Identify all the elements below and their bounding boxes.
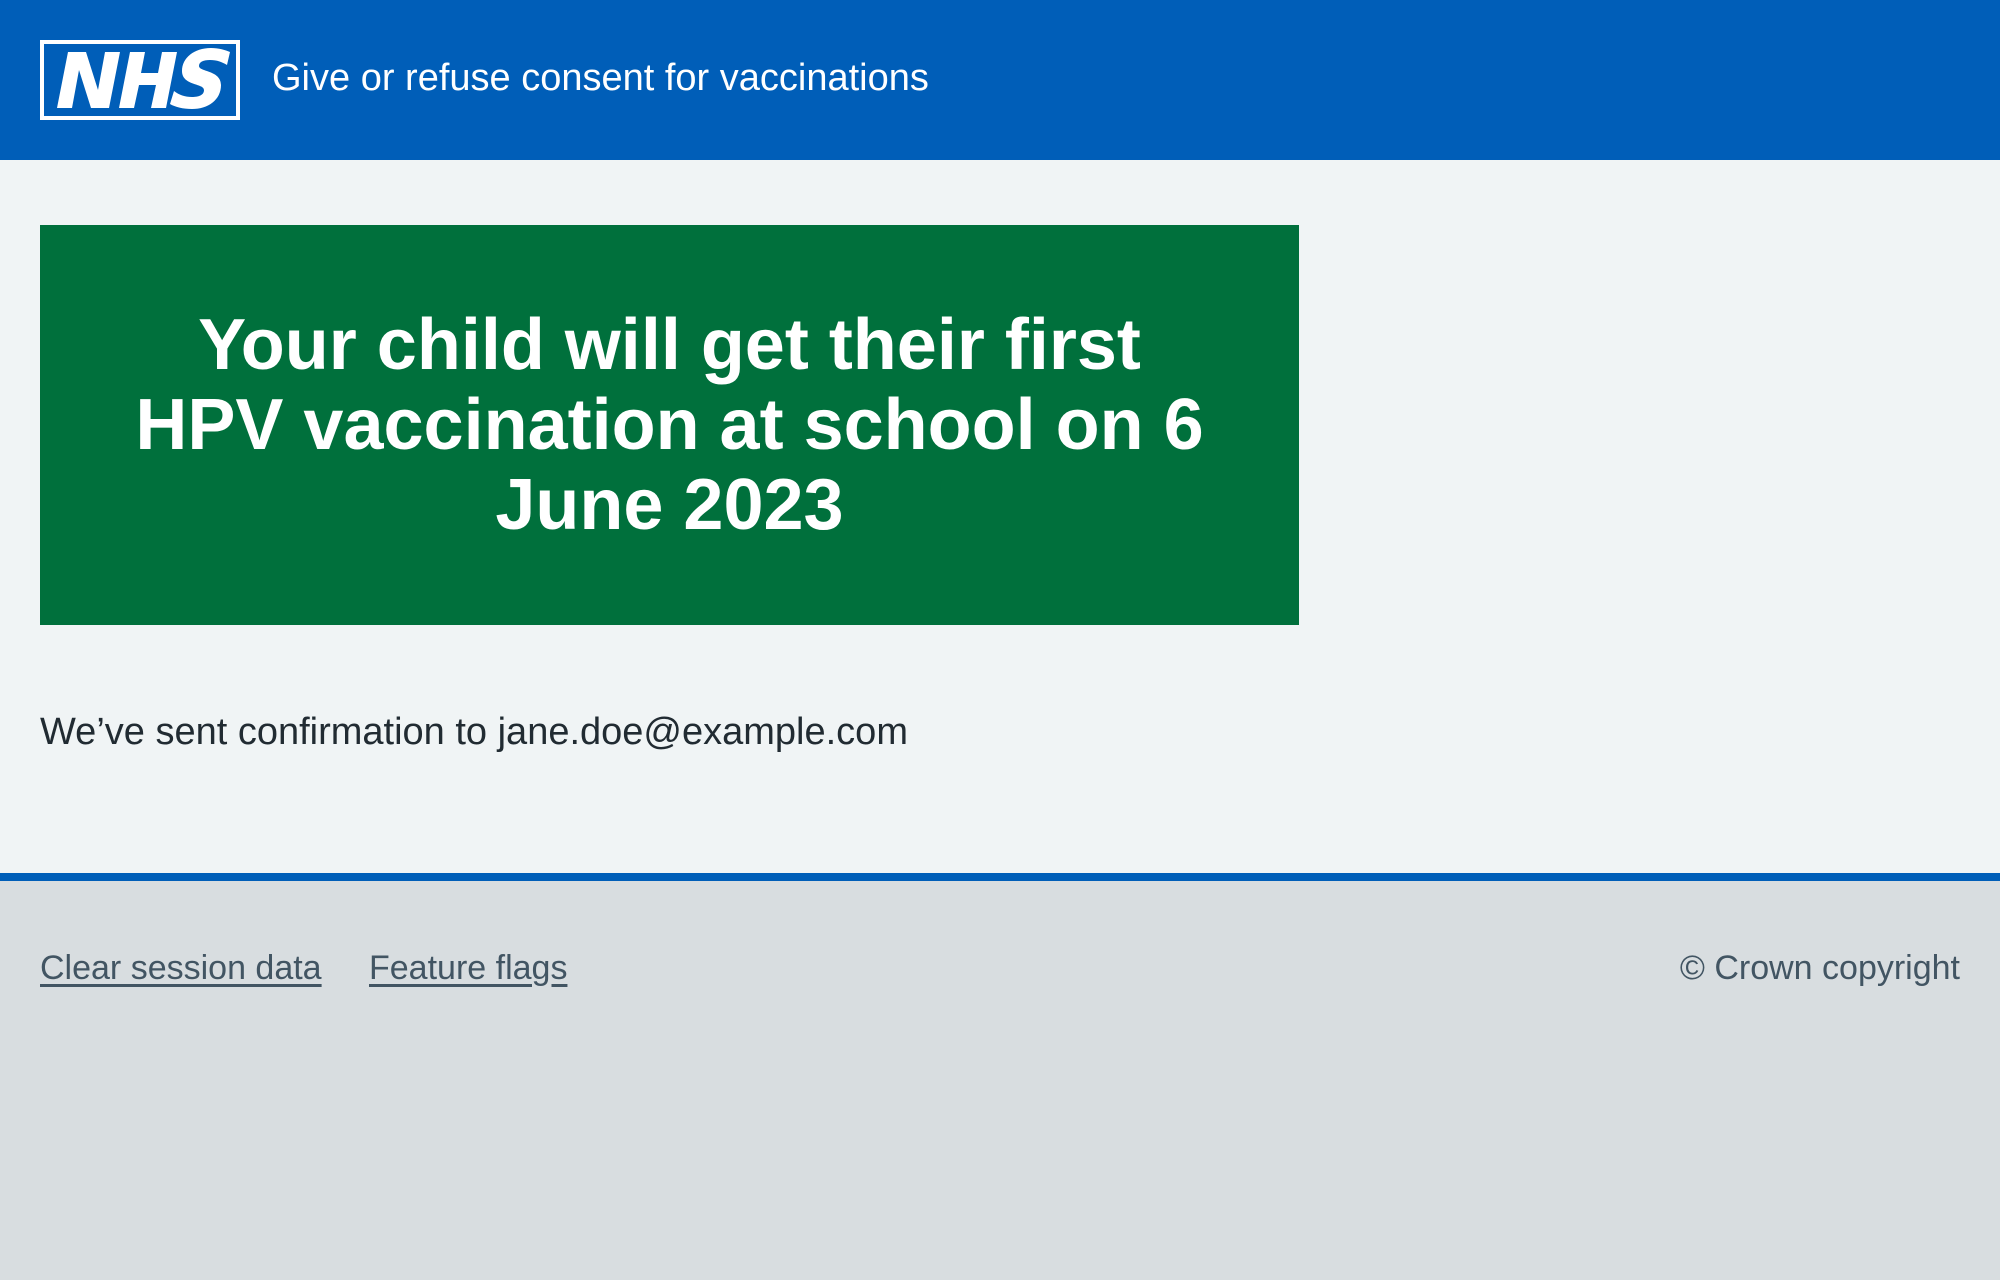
site-header: Give or refuse consent for vaccinations <box>0 0 2000 160</box>
confirmation-panel: Your child will get their first HPV vacc… <box>40 225 1299 625</box>
footer-divider <box>0 873 2000 881</box>
copyright-text: © Crown copyright <box>1679 949 1960 987</box>
service-name-link[interactable]: Give or refuse consent for vaccinations <box>272 54 929 102</box>
site-footer: Clear session data Feature flags © Crown… <box>0 881 2000 1280</box>
clear-session-data-link[interactable]: Clear session data <box>40 946 322 990</box>
main-content: Your child will get their first HPV vacc… <box>0 160 2000 873</box>
panel-title: Your child will get their first HPV vacc… <box>135 305 1204 545</box>
feature-flags-link[interactable]: Feature flags <box>369 946 567 990</box>
nhs-logo-icon <box>40 40 240 120</box>
confirmation-message: We’ve sent confirmation to jane.doe@exam… <box>40 711 908 753</box>
nhs-logo[interactable] <box>40 40 240 120</box>
